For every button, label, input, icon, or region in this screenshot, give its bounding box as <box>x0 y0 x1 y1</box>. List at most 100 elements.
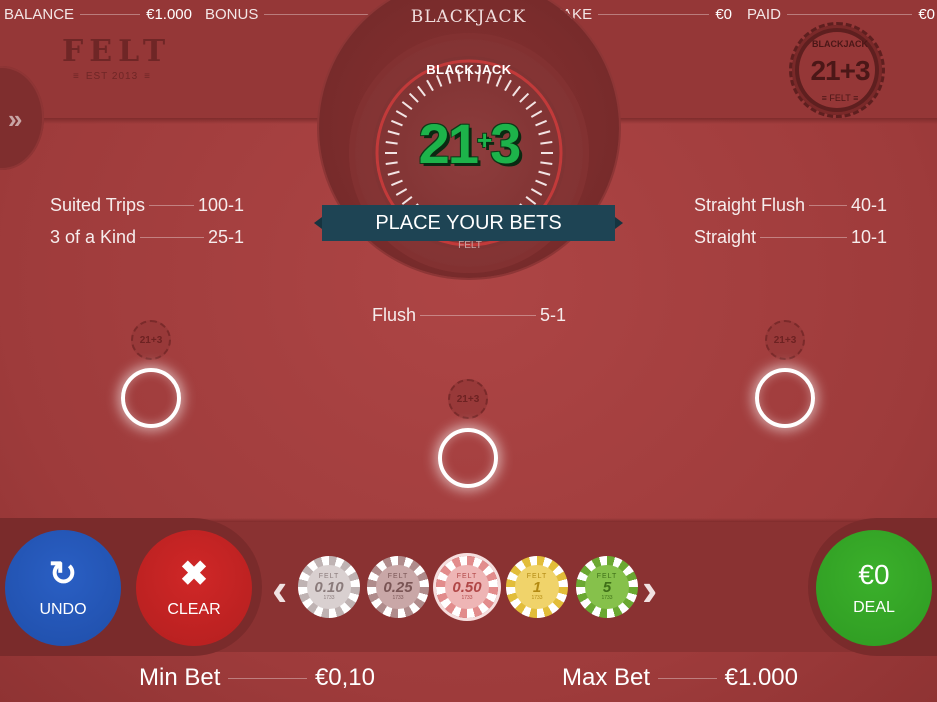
paytable-odds: 100-1 <box>197 194 244 215</box>
logo-word: FELT <box>62 34 172 69</box>
chip-value: 5 <box>602 579 612 596</box>
emblem-blackjack-label: BLACKJACK <box>426 62 512 77</box>
emblem-tick <box>512 85 521 97</box>
bet-spot-left[interactable] <box>121 368 181 428</box>
chip-est: 1733 <box>461 595 473 601</box>
divider-line <box>228 677 307 679</box>
emblem-tick <box>504 79 512 92</box>
min-bet-value: €0,10 <box>314 664 375 691</box>
chip-face: FELT 5 1733 <box>585 565 629 609</box>
min-bet: Min Bet €0,10 <box>139 663 375 693</box>
title-21: 21 <box>418 112 479 175</box>
divider-line <box>140 236 204 238</box>
emblem-tick <box>401 101 413 110</box>
banner-under-text: FELT <box>458 240 482 251</box>
deal-label: DEAL <box>853 599 895 616</box>
title-3: 3 <box>490 112 521 175</box>
chip-est: 1733 <box>601 595 613 601</box>
balance-label: BALANCE <box>4 5 75 23</box>
stamp-bottom-text: ≡ FELT ≡ <box>821 93 859 103</box>
undo-icon: ↻ <box>48 555 78 593</box>
paytable-row-three-of-a-kind: 3 of a Kind 25-1 <box>50 226 244 248</box>
double-chevron-right-icon: » <box>8 104 23 134</box>
deal-amount: €0 <box>858 559 890 590</box>
stamp-top-text: BLACKJACK <box>812 39 868 49</box>
emblem-tick <box>530 188 543 196</box>
paytable-odds: 10-1 <box>850 226 887 247</box>
divider-line <box>598 13 710 15</box>
bonus-label: BONUS <box>205 5 259 23</box>
deal-button[interactable]: €0 DEAL <box>816 530 932 646</box>
min-bet-label: Min Bet <box>139 664 221 691</box>
chip-value: 0.10 <box>314 579 344 596</box>
chip-face: FELT 0.10 1733 <box>307 565 351 609</box>
paytable-hand-name: 3 of a Kind <box>50 226 137 247</box>
clear-label: CLEAR <box>167 601 221 618</box>
emblem-tick <box>435 75 443 87</box>
logo-est: EST 2013 <box>62 71 162 82</box>
paytable-row-straight: Straight 10-1 <box>694 226 887 248</box>
chip-1[interactable]: FELT 1 1733 <box>506 556 568 618</box>
chips-next-button[interactable]: › <box>642 566 657 612</box>
emblem-tick <box>408 92 419 103</box>
balance-stat: BALANCE €1.000 <box>4 3 192 25</box>
emblem-tick <box>525 196 537 205</box>
paytable-row-straight-flush: Straight Flush 40-1 <box>694 194 887 216</box>
chip-face: FELT 1 1733 <box>515 565 559 609</box>
stake-value: €0 <box>715 5 732 23</box>
place-your-bets-banner: PLACE YOUR BETS <box>314 205 623 241</box>
paytable-row-suited-trips: Suited Trips 100-1 <box>50 194 244 216</box>
emblem-tick <box>540 141 553 145</box>
title-plus: + <box>476 125 492 155</box>
paytable-hand-name: Suited Trips <box>50 194 146 215</box>
stamp-main-text: 21+3 <box>810 55 870 86</box>
chip-value: 0.50 <box>452 579 482 596</box>
chip-0.25[interactable]: FELT 0.25 1733 <box>367 556 429 618</box>
chip-5[interactable]: FELT 5 1733 <box>576 556 638 618</box>
chip-value: 0.25 <box>383 579 413 596</box>
bet-spot-right[interactable] <box>755 368 815 428</box>
paid-value: €0 <box>918 5 935 23</box>
spot-badge-left: 21+3 <box>131 320 171 360</box>
emblem-tick <box>525 101 537 110</box>
clear-button[interactable]: ✖ CLEAR <box>136 530 252 646</box>
chips-prev-button[interactable]: ‹ <box>272 566 287 612</box>
emblem-tick <box>538 170 551 176</box>
max-bet: Max Bet €1.000 <box>562 663 798 693</box>
max-bet-value: €1.000 <box>724 664 798 691</box>
undo-label: UNDO <box>39 601 87 618</box>
chip-est: 1733 <box>323 595 335 601</box>
paytable-hand-name: Straight Flush <box>694 194 806 215</box>
chip-face: FELT 0.50 1733 <box>445 565 489 609</box>
game-table: BALANCE €1.000 BONUS €0 STAKE €0 PAID €0… <box>0 0 937 702</box>
chip-est: 1733 <box>531 595 543 601</box>
chip-0.10[interactable]: FELT 0.10 1733 <box>298 556 360 618</box>
emblem-tick <box>495 75 503 87</box>
balance-value: €1.000 <box>146 5 192 23</box>
bet-spot-center[interactable] <box>438 428 498 488</box>
spot-badge-center: 21+3 <box>448 379 488 419</box>
emblem-tick <box>417 85 426 97</box>
divider-line <box>264 13 371 15</box>
divider-line <box>760 236 847 238</box>
emblem-tick <box>535 179 547 187</box>
paytable-hand-name: Straight <box>694 226 757 247</box>
paytable-odds: 40-1 <box>850 194 887 215</box>
paytable-odds: 5-1 <box>539 304 566 325</box>
paytable-odds: 25-1 <box>207 226 244 247</box>
paytable-row-flush: Flush 5-1 <box>372 304 566 326</box>
chip-0.50[interactable]: FELT 0.50 1733 <box>436 556 498 618</box>
emblem-tick <box>395 188 408 196</box>
chip-value: 1 <box>532 579 542 596</box>
blackjack-stamp-logo: BLACKJACK 21+3 ≡ FELT ≡ <box>789 22 885 118</box>
chip-est: 1733 <box>392 595 404 601</box>
spot-badge-right: 21+3 <box>765 320 805 360</box>
emblem-tick <box>401 196 413 205</box>
emblem-tick <box>519 92 530 103</box>
emblem-21-3-title: 21+3 <box>396 116 542 172</box>
emblem-tick <box>540 161 553 165</box>
emblem-tick <box>391 179 403 187</box>
chip-face: FELT 0.25 1733 <box>376 565 420 609</box>
undo-button[interactable]: ↻ UNDO <box>5 530 121 646</box>
divider-line <box>80 13 141 15</box>
